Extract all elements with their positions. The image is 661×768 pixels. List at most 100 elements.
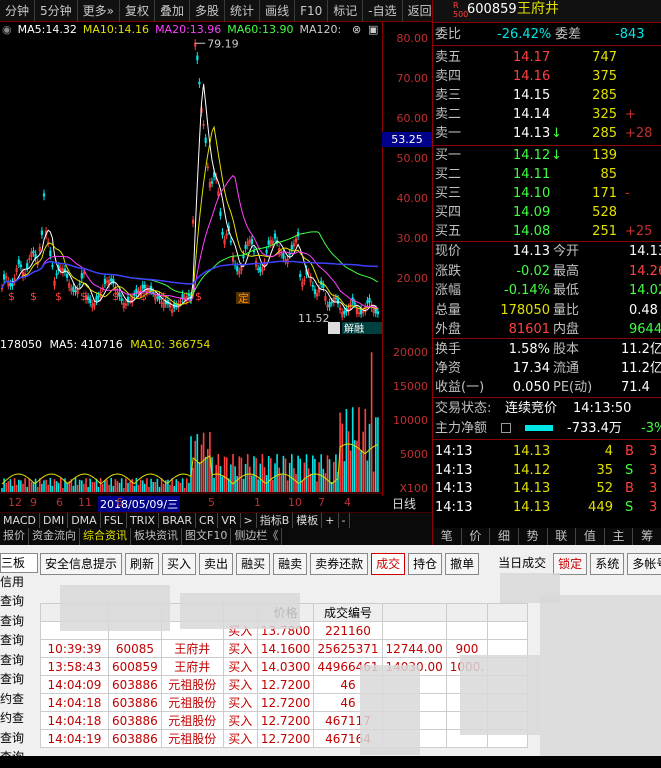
table-row[interactable]: 14:04:18 603886 元祖股份 买入 12.7200 46 [40, 693, 529, 712]
indicator-tab[interactable]: DMI [40, 513, 69, 528]
ask-row[interactable]: 卖二 14.14 325 + [433, 105, 661, 124]
trade-button[interactable]: 持仓 [408, 553, 443, 575]
table-row[interactable]: 14:04:18 603886 元祖股份 买入 12.7200 467117 [40, 711, 529, 730]
trade-button[interactable]: 融买 [236, 553, 271, 575]
right-tab[interactable]: 笔 [433, 528, 462, 545]
sidebar-item[interactable]: 查询 [0, 631, 38, 651]
indicator-tab[interactable]: CR [196, 513, 219, 528]
toolbar-button[interactable]: 叠加 [155, 0, 191, 22]
indicator-tab[interactable]: MACD [0, 513, 40, 528]
indicator-tabs: MACD DMI DMA FSL TRIX BRAR CR VR > 指标B 模板 + - [0, 512, 432, 528]
toolbar-button[interactable]: 复权 [120, 0, 156, 22]
table-row[interactable]: 13:58:43600859王府井买入14.03004496646114030.… [40, 657, 529, 676]
toolbar-button[interactable]: 多股 [190, 0, 226, 22]
sidebar-item[interactable]: 查询 [0, 592, 38, 612]
toolbar-button[interactable]: F10 [295, 0, 329, 22]
lower-tab[interactable]: 资金流向 [29, 528, 80, 545]
table-row[interactable]: 14:04:09 603886 元祖股份 买入 12.7200 46 [40, 675, 529, 694]
trade-button[interactable]: 融卖 [273, 553, 308, 575]
trade-button[interactable]: 系统 [590, 553, 625, 575]
column-header[interactable] [445, 603, 489, 622]
dividend-marker-icon: $ [55, 290, 62, 303]
right-tab[interactable]: 价 [462, 528, 491, 545]
right-tab[interactable]: 势 [519, 528, 548, 545]
fundamental-label: 流通 [553, 361, 580, 376]
sidebar-item[interactable]: 信用 [0, 573, 38, 593]
lower-tab[interactable]: 报价 [0, 528, 29, 545]
table-row[interactable]: 10:39:39 60085 王府井 买入 14.1600 25625371 12744.0… [40, 639, 529, 658]
toolbar-button[interactable]: 画线 [260, 0, 296, 22]
indicator-tab[interactable]: > [241, 513, 257, 528]
ask-row[interactable]: 卖五 14.17 747 [433, 48, 661, 67]
right-tab[interactable]: 筹 [633, 528, 661, 545]
ask-row[interactable]: 卖四 14.16 375 [433, 67, 661, 86]
kline-chart[interactable]: 79.19 11.52 $ $ $ $ $ $ $ $ 定解融 [0, 38, 382, 338]
sidebar-item[interactable]: 查询 [0, 612, 38, 632]
table-row[interactable]: 14:04:19 603886 元祖股份 买入 12.7200 467164 [40, 729, 529, 748]
trade-button[interactable]: 当日成交 [494, 553, 550, 575]
main-flow-pct: -3% [641, 421, 661, 436]
table-cell: 14:04:09 [40, 675, 109, 694]
trade-button[interactable]: 安全信息提示 [40, 553, 123, 575]
indicator-tab[interactable]: - [339, 513, 350, 528]
toolbar-button[interactable]: -自选 [363, 0, 403, 22]
bid-row[interactable]: 买一 14.12 139 ↓ [433, 146, 661, 165]
indicator-tab[interactable]: + [322, 513, 339, 528]
sidebar-item[interactable]: 约查 [0, 690, 38, 710]
indicator-tab[interactable]: FSL [101, 513, 127, 528]
close-icon[interactable]: ⊗ [352, 23, 361, 36]
trade-button[interactable]: 成交 [371, 553, 406, 575]
trade-button[interactable]: 卖出 [199, 553, 234, 575]
column-header[interactable] [487, 603, 529, 622]
column-header[interactable]: 成交编号 [313, 603, 383, 622]
right-tab[interactable]: 值 [576, 528, 605, 545]
quote-row: 涨跌 -0.02最高 14.26 [433, 262, 661, 281]
right-tab[interactable]: 细 [490, 528, 519, 545]
bid-row[interactable]: 买五 14.08 251 +25 [433, 222, 661, 241]
ma-value: 13.90 [262, 23, 294, 36]
trade-button[interactable]: 刷新 [125, 553, 160, 575]
indicator-tab[interactable]: 模板 [293, 513, 323, 528]
quote-label: 今开 [553, 244, 580, 259]
indicator-tab[interactable]: DMA [68, 513, 101, 528]
sidebar-item[interactable]: 查询 [0, 670, 38, 690]
ask-volume: 285 [592, 126, 617, 141]
bid-row[interactable]: 买四 14.09 528 [433, 203, 661, 222]
lower-tab[interactable]: 侧边栏《 [231, 528, 283, 545]
sidebar-item[interactable]: 查询 [0, 651, 38, 671]
trade-button[interactable]: 多帐号 [627, 553, 661, 575]
toolbar-button[interactable]: 统计 [225, 0, 261, 22]
bid-row[interactable]: 买二 14.11 85 [433, 165, 661, 184]
sidebar-item[interactable]: 三板 [0, 553, 38, 573]
toolbar-button[interactable]: 标记 [328, 0, 364, 22]
lower-tab[interactable]: 板块资讯 [131, 528, 182, 545]
sidebar-item[interactable]: 查询 [0, 729, 38, 749]
trade-button[interactable]: 锁定 [553, 553, 588, 575]
ask-row[interactable]: 卖一 14.13 285 +28 ↓ [433, 124, 661, 143]
toolbar-button[interactable]: 分钟 [0, 0, 36, 22]
trade-button[interactable]: 撤单 [445, 553, 480, 575]
chart-toggle-icon[interactable] [501, 423, 511, 433]
date-tick: 5 [208, 496, 215, 509]
trade-button[interactable]: 卖券还款 [310, 553, 369, 575]
volume-chart[interactable] [0, 352, 382, 494]
expand-icon[interactable]: ▣ [368, 23, 378, 36]
quote-row: 现价14.13今开14.13 [433, 242, 661, 261]
toolbar-button[interactable]: 更多» [78, 0, 120, 22]
indicator-tab[interactable]: TRIX [127, 513, 160, 528]
ask-row[interactable]: 卖三 14.15 285 [433, 86, 661, 105]
trade-button[interactable]: 买入 [162, 553, 197, 575]
right-tab[interactable]: 联 [548, 528, 577, 545]
indicator-tab[interactable]: BRAR [159, 513, 197, 528]
lower-tab[interactable]: 综合资讯 [80, 528, 131, 545]
lower-tab[interactable]: 图文F10 [182, 528, 232, 545]
right-tab[interactable]: 主 [605, 528, 634, 545]
indicator-tab[interactable]: VR [218, 513, 241, 528]
toolbar-button[interactable]: 5分钟 [35, 0, 78, 22]
table-cell: 60085 [108, 639, 162, 658]
indicator-tab[interactable]: 指标B [257, 513, 294, 528]
column-header[interactable] [381, 603, 447, 622]
sidebar-item[interactable]: 查询 [0, 748, 38, 768]
bid-row[interactable]: 买三 14.10 171- [433, 184, 661, 203]
sidebar-item[interactable]: 约查 [0, 709, 38, 729]
